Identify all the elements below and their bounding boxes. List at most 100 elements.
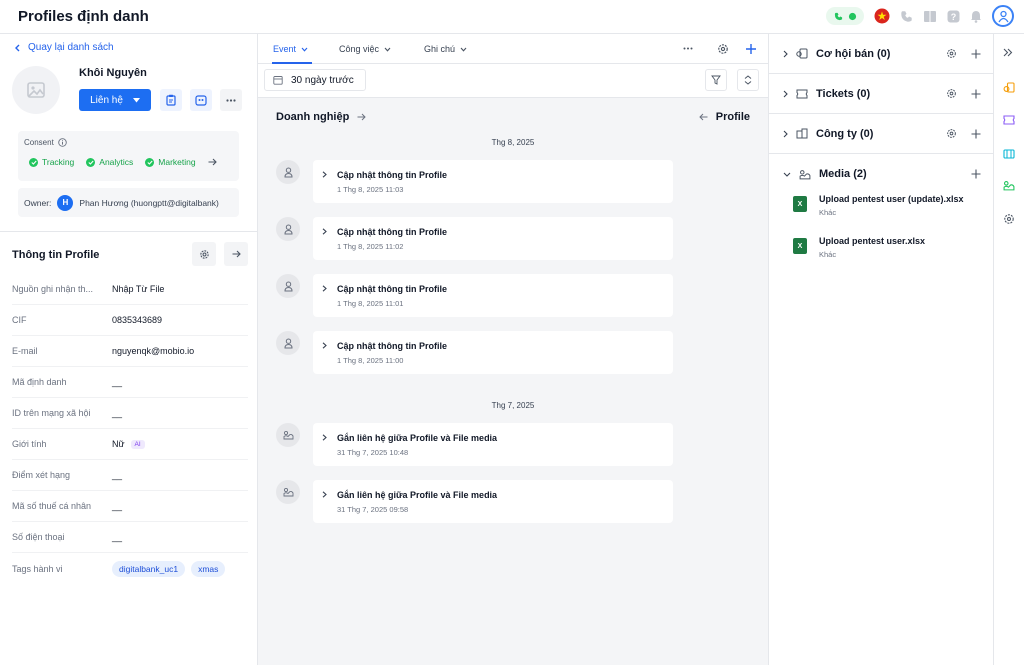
sort-button[interactable] xyxy=(737,69,759,91)
event-time: 1 Thg 8, 2025 11:03 xyxy=(337,185,404,194)
deal-icon xyxy=(796,48,808,59)
section-tickets[interactable]: Tickets (0) xyxy=(769,74,995,114)
field-row: Mã định danh __ xyxy=(12,367,248,398)
vietnam-flag-icon[interactable] xyxy=(874,8,890,24)
arrow-left-icon xyxy=(699,113,708,121)
card-button[interactable] xyxy=(190,89,212,111)
profile-info-settings-button[interactable] xyxy=(192,242,216,266)
chevron-right-icon xyxy=(783,50,788,58)
section-deals[interactable]: Cơ hội bán (0) xyxy=(769,34,995,74)
ticket-icon[interactable] xyxy=(1003,115,1015,125)
timeline-panel: Event Công việc Ghi chú 30 ngày trước Do… xyxy=(258,34,768,665)
plus-icon[interactable] xyxy=(745,43,757,55)
check-circle-icon xyxy=(86,157,96,167)
section-companies[interactable]: Công ty (0) xyxy=(769,114,995,154)
tab-label: Công việc xyxy=(339,44,380,54)
gear-icon xyxy=(199,249,210,260)
event-card[interactable]: Gắn liên hệ giữa Profile và File media 3… xyxy=(313,423,673,466)
field-row: Điểm xét hạng __ xyxy=(12,460,248,491)
deal-icon[interactable] xyxy=(1003,82,1015,94)
filter-button[interactable] xyxy=(705,69,727,91)
section-actions xyxy=(946,128,981,139)
gear-icon[interactable] xyxy=(717,43,729,55)
media-icon xyxy=(283,430,294,440)
section-actions xyxy=(971,169,981,179)
owner-label: Owner: xyxy=(24,197,52,208)
contact-button[interactable]: Liên hệ xyxy=(79,89,151,111)
tab-event[interactable]: Event xyxy=(273,34,308,64)
tag-chip[interactable]: digitalbank_uc1 xyxy=(112,560,186,577)
company-icon[interactable] xyxy=(1003,147,1015,159)
section-actions xyxy=(946,88,981,99)
date-range-button[interactable]: 30 ngày trước xyxy=(264,69,366,91)
event-time: 1 Thg 8, 2025 11:01 xyxy=(337,299,404,308)
field-row: Giới tính Nữ AI xyxy=(12,429,248,460)
info-icon[interactable] xyxy=(58,138,67,147)
profile-sidebar: Quay lại danh sách Khôi Nguyên Liên hệ C… xyxy=(0,34,258,665)
plus-icon[interactable] xyxy=(971,49,981,59)
plus-icon[interactable] xyxy=(971,169,981,179)
arrow-right-icon[interactable] xyxy=(208,158,217,166)
field-row: Mã số thuế cá nhân __ xyxy=(12,491,248,522)
top-bar: Profiles định danh ? xyxy=(0,0,1024,34)
field-value: __ xyxy=(112,501,123,511)
tag-chip[interactable]: xmas xyxy=(191,560,226,577)
tab-label: Event xyxy=(273,44,297,54)
profile-link[interactable]: Profile xyxy=(699,111,750,123)
tab-bar: Event Công việc Ghi chú xyxy=(258,34,768,64)
user-icon xyxy=(283,338,293,349)
gear-icon[interactable] xyxy=(946,128,957,139)
business-link[interactable]: Doanh nghiệp xyxy=(276,111,367,123)
owner-name: Phan Hương (huongptt@digitalbank) xyxy=(79,197,219,208)
back-link[interactable]: Quay lại danh sách xyxy=(14,42,114,53)
clipboard-button[interactable] xyxy=(160,89,182,111)
event-time: 31 Thg 7, 2025 09:58 xyxy=(337,505,409,514)
profile-avatar xyxy=(12,66,60,114)
user-avatar[interactable] xyxy=(992,5,1014,27)
excel-file-icon: X xyxy=(793,238,807,254)
tab-notes[interactable]: Ghi chú xyxy=(424,34,467,64)
book-icon[interactable] xyxy=(923,10,937,23)
event-card[interactable]: Cập nhật thông tin Profile 1 Thg 8, 2025… xyxy=(313,274,673,317)
field-row: E-mail nguyenqk@mobio.io xyxy=(12,336,248,367)
event-card[interactable]: Cập nhật thông tin Profile 1 Thg 8, 2025… xyxy=(313,217,673,260)
more-horizontal-icon[interactable] xyxy=(683,47,693,50)
svg-text:?: ? xyxy=(951,12,957,22)
gear-icon[interactable] xyxy=(946,88,957,99)
consent-list: Tracking Analytics Marketing xyxy=(29,157,217,167)
user-icon xyxy=(283,281,293,292)
plus-icon[interactable] xyxy=(971,129,981,139)
image-placeholder-icon xyxy=(27,82,45,98)
gear-icon[interactable] xyxy=(1003,213,1015,225)
check-circle-icon xyxy=(145,157,155,167)
caret-down-icon xyxy=(132,97,140,103)
call-status-pill[interactable] xyxy=(826,7,864,25)
chevron-right-icon xyxy=(322,434,327,441)
event-card[interactable]: Cập nhật thông tin Profile 1 Thg 8, 2025… xyxy=(313,331,673,374)
media-item[interactable]: X Upload pentest user.xlsx Khác xyxy=(793,236,925,259)
bell-icon[interactable] xyxy=(970,10,982,23)
media-item[interactable]: X Upload pentest user (update).xlsx Khác xyxy=(793,194,964,217)
sort-icon xyxy=(744,75,752,85)
section-label: Tickets (0) xyxy=(816,87,871,100)
double-chevron-right-icon[interactable] xyxy=(1003,48,1013,57)
plus-icon[interactable] xyxy=(971,89,981,99)
media-icon[interactable] xyxy=(1003,180,1015,191)
event-card[interactable]: Gắn liên hệ giữa Profile và File media 3… xyxy=(313,480,673,523)
gear-icon[interactable] xyxy=(946,48,957,59)
event-card[interactable]: Cập nhật thông tin Profile 1 Thg 8, 2025… xyxy=(313,160,673,203)
profile-fields: Nguồn ghi nhận th... Nhập Từ File CIF 0835… xyxy=(12,274,248,584)
check-circle-icon xyxy=(29,157,38,167)
more-button[interactable] xyxy=(220,89,242,111)
profile-info-expand-button[interactable] xyxy=(224,242,248,266)
help-icon[interactable]: ? xyxy=(947,10,960,23)
field-value: __ xyxy=(112,532,123,542)
chevron-left-icon xyxy=(14,44,20,52)
phone-call-icon[interactable] xyxy=(900,10,913,23)
event-icon xyxy=(276,480,300,504)
event-icon xyxy=(276,217,300,241)
section-media[interactable]: Media (2) xyxy=(769,154,995,194)
tag-list: digitalbank_uc1 xmas xyxy=(112,560,226,577)
tab-tasks[interactable]: Công việc xyxy=(339,34,391,64)
field-label: Điểm xét hạng xyxy=(12,470,71,480)
